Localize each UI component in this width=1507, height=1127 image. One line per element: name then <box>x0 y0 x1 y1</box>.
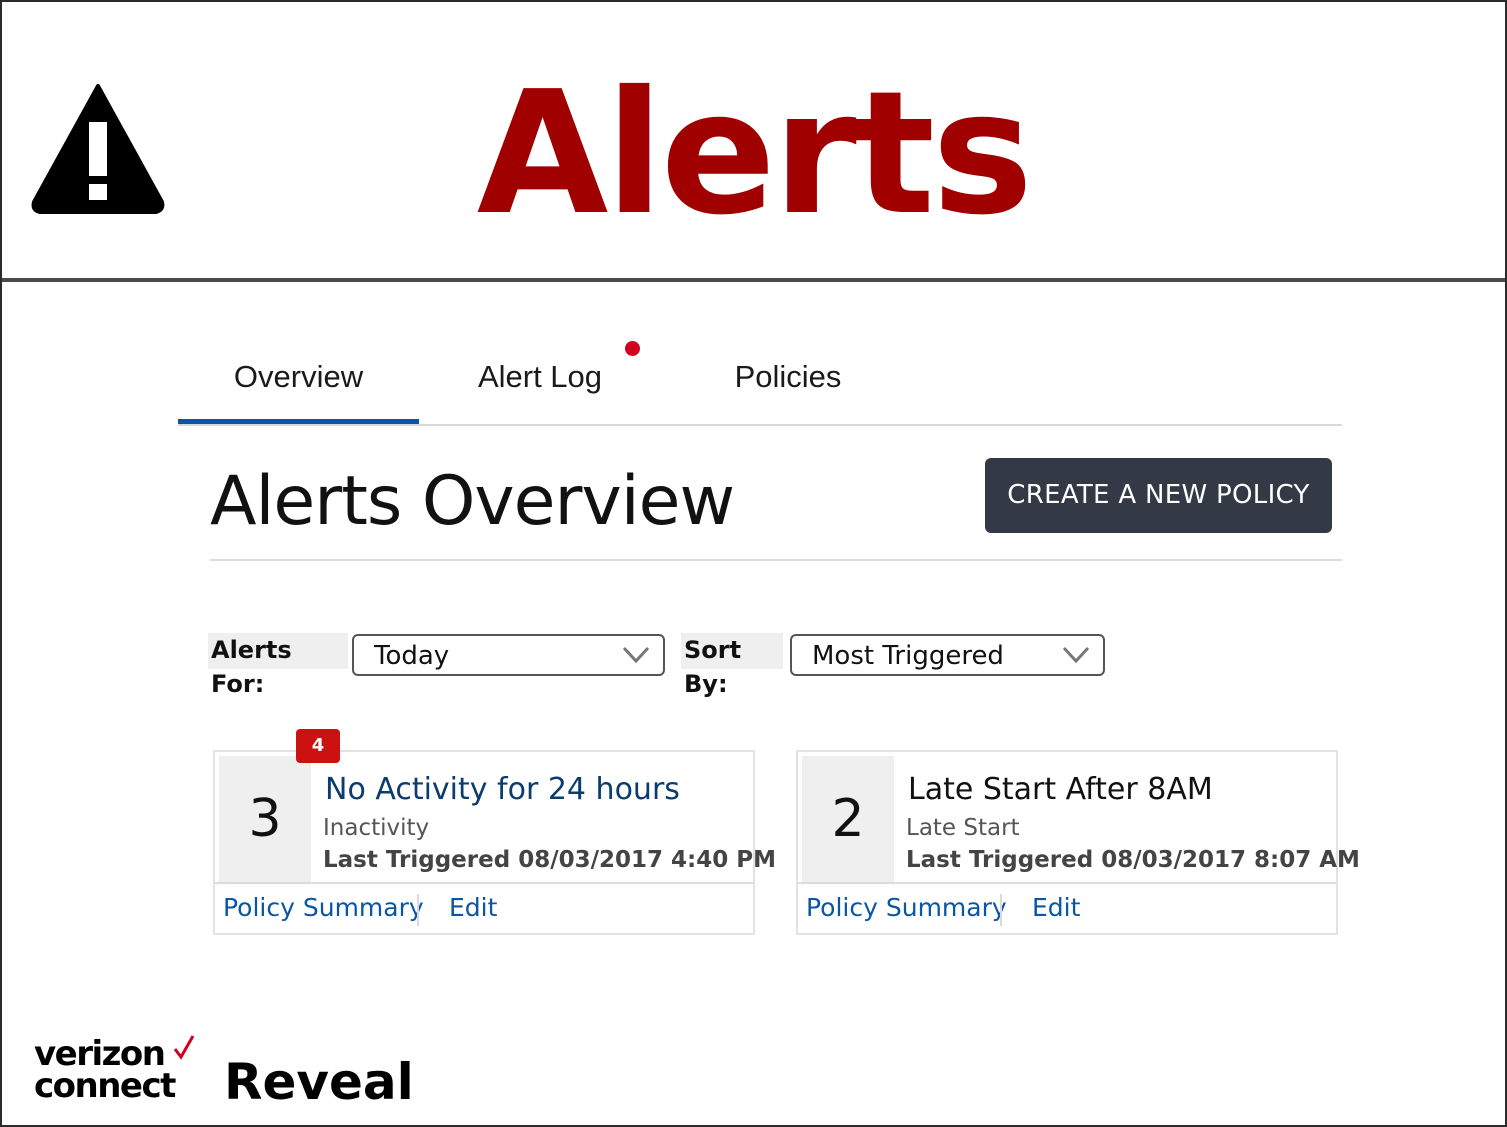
divider <box>210 559 1342 561</box>
chevron-down-icon <box>1062 646 1090 664</box>
alerts-for-select[interactable]: Today <box>352 634 665 676</box>
chevron-down-icon <box>622 646 650 664</box>
policy-summary-link[interactable]: Policy Summary <box>806 893 1007 922</box>
alert-type: Late Start <box>906 815 1020 841</box>
create-policy-button[interactable]: CREATE A NEW POLICY <box>985 458 1332 533</box>
slide-title: Alerts <box>476 55 1033 253</box>
sort-by-select[interactable]: Most Triggered <box>790 634 1105 676</box>
edit-link[interactable]: Edit <box>1032 893 1080 922</box>
alert-count: 3 <box>219 756 311 882</box>
notification-dot <box>625 341 640 356</box>
alerts-for-value: Today <box>374 641 450 671</box>
alert-badge: 4 <box>296 729 340 763</box>
alert-type: Inactivity <box>323 815 430 841</box>
verizon-check-icon <box>173 1035 195 1060</box>
card-separator <box>798 882 1336 884</box>
alert-card: 3 No Activity for 24 hours Inactivity La… <box>213 750 776 935</box>
alert-last-triggered: Last Triggered 08/03/2017 8:07 AM <box>906 847 1360 873</box>
tab-alert-log[interactable]: Alert Log <box>440 338 640 424</box>
tab-bar: Overview Alert Log Policies <box>178 338 1342 426</box>
brand-product: Reveal <box>224 1053 414 1111</box>
policy-summary-link[interactable]: Policy Summary <box>223 893 424 922</box>
edit-link[interactable]: Edit <box>449 893 497 922</box>
page-title: Alerts Overview <box>210 462 735 541</box>
tab-overview[interactable]: Overview <box>178 338 419 424</box>
sort-by-label: Sort By: <box>681 633 783 698</box>
link-separator <box>1000 894 1002 926</box>
slide-header: Alerts <box>2 2 1505 282</box>
alert-title[interactable]: No Activity for 24 hours <box>325 772 680 807</box>
alert-card: 2 Late Start After 8AM Late Start Last T… <box>796 750 1360 935</box>
card-separator <box>215 882 753 884</box>
alert-title[interactable]: Late Start After 8AM <box>908 772 1213 807</box>
alert-last-triggered: Last Triggered 08/03/2017 4:40 PM <box>323 847 776 873</box>
alert-count: 2 <box>802 756 894 882</box>
link-separator <box>417 894 419 926</box>
alerts-for-label: Alerts For: <box>208 633 348 698</box>
sort-by-value: Most Triggered <box>812 641 1004 671</box>
brand-connect: connect <box>34 1066 176 1106</box>
tab-policies[interactable]: Policies <box>688 338 888 424</box>
